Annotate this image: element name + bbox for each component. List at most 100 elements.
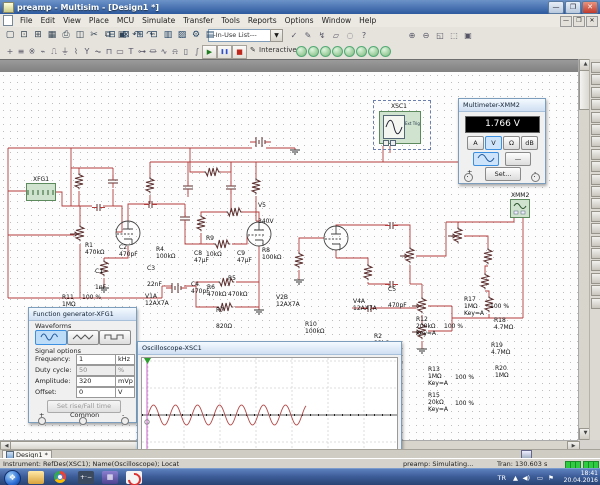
- component-r10[interactable]: R10100kΩ: [305, 321, 325, 335]
- in-use-list-arrow-icon[interactable]: ▼: [270, 29, 283, 42]
- mm-minus-terminal[interactable]: [531, 173, 540, 182]
- chrome-taskbar-icon[interactable]: [52, 471, 68, 484]
- menu-tools[interactable]: Tools: [217, 16, 243, 25]
- menu-window[interactable]: Window: [318, 16, 356, 25]
- instrument-icon[interactable]: [591, 149, 600, 160]
- stop-simulation-button[interactable]: ■: [232, 45, 247, 59]
- probe-current-icon[interactable]: [308, 46, 319, 57]
- instrument-icon[interactable]: [591, 87, 600, 98]
- xfg1-symbol[interactable]: [26, 183, 56, 201]
- mm-plus-terminal[interactable]: [464, 173, 473, 182]
- fg-minus-terminal[interactable]: [121, 417, 129, 425]
- multisim-taskbar-icon[interactable]: ▦: [102, 471, 118, 484]
- menu-place[interactable]: Place: [85, 16, 113, 25]
- probe-digital-icon[interactable]: [356, 46, 367, 57]
- menu-reports[interactable]: Reports: [244, 16, 281, 25]
- help-hint-icon[interactable]: ?: [356, 28, 372, 43]
- sine-wave-button[interactable]: [35, 330, 67, 345]
- tray-expand-icon[interactable]: ▲: [513, 474, 518, 485]
- component-r13[interactable]: R131MΩKey=A: [428, 366, 448, 387]
- component-c9[interactable]: C947µF: [237, 250, 252, 264]
- function-generator-window[interactable]: Function generator-XFG1 Waveforms Signal…: [28, 307, 137, 423]
- volume-icon[interactable]: ◀): [522, 474, 530, 485]
- component-tool-taskbar-icon[interactable]: +·−: [78, 471, 94, 484]
- component-r7[interactable]: R7820Ω: [216, 307, 232, 330]
- mm-mode-db-button[interactable]: dB: [521, 136, 538, 150]
- component-v5[interactable]: V5340V: [258, 202, 274, 225]
- instrument-icon[interactable]: [591, 99, 600, 110]
- instrument-icon[interactable]: [591, 112, 600, 123]
- menu-view[interactable]: View: [59, 16, 85, 25]
- instrument-icon[interactable]: [591, 260, 600, 271]
- mm-mode-a-button[interactable]: A: [467, 136, 484, 150]
- xmm2-symbol[interactable]: [510, 199, 530, 218]
- component-c1[interactable]: C11nF: [95, 268, 106, 291]
- component-r17[interactable]: R171MΩKey=A: [464, 296, 484, 317]
- triangle-wave-button[interactable]: [67, 330, 99, 345]
- instrument-icon[interactable]: [591, 248, 600, 259]
- menu-file[interactable]: File: [16, 16, 37, 25]
- component-c2[interactable]: C2470pF: [119, 244, 138, 258]
- component-c5[interactable]: C5470pF: [388, 286, 407, 309]
- instrument-icon[interactable]: [591, 211, 600, 222]
- probe-power-icon[interactable]: [320, 46, 331, 57]
- instrument-icon[interactable]: [591, 198, 600, 209]
- mm-dc-mode-button[interactable]: —: [505, 152, 531, 166]
- component-r19[interactable]: R194.7MΩ: [491, 342, 510, 356]
- component-v2b[interactable]: V2B12AX7A: [276, 294, 300, 308]
- close-button[interactable]: ✕: [582, 1, 598, 14]
- fg-plus-terminal[interactable]: [38, 417, 46, 425]
- mdi-restore-button[interactable]: ❐: [573, 16, 585, 27]
- component-c3[interactable]: C322nF: [147, 265, 162, 288]
- menu-transfer[interactable]: Transfer: [179, 16, 217, 25]
- language-indicator[interactable]: TR: [498, 474, 507, 485]
- xsc1-symbol[interactable]: Ext Trig: [379, 111, 421, 144]
- fg-input-offset[interactable]: 0: [76, 387, 116, 398]
- multimeter-window[interactable]: Multimeter-XMM2 1.766 V AVΩdB — + Set...…: [458, 98, 546, 184]
- fg-input-amplitude[interactable]: 320: [76, 376, 116, 387]
- component-r6[interactable]: R6470kΩ: [207, 284, 227, 298]
- menu-options[interactable]: Options: [281, 16, 318, 25]
- instrument-icon[interactable]: [591, 161, 600, 172]
- mm-mode-ω-button[interactable]: Ω: [503, 136, 520, 150]
- explorer-taskbar-icon[interactable]: [28, 471, 44, 484]
- instrument-icon[interactable]: [591, 186, 600, 197]
- fg-input-frequency[interactable]: 1: [76, 354, 116, 365]
- instrument-icon[interactable]: [591, 298, 600, 309]
- fg-input-dutycycle[interactable]: 50: [76, 365, 116, 376]
- start-button[interactable]: ❖: [4, 470, 21, 485]
- component-r18[interactable]: R184.7MΩ: [494, 317, 513, 331]
- menu-simulate[interactable]: Simulate: [138, 16, 179, 25]
- menu-help[interactable]: Help: [355, 16, 380, 25]
- component-r4[interactable]: R4100kΩ: [156, 246, 176, 260]
- instrument-icon[interactable]: [591, 124, 600, 135]
- mdi-close-button[interactable]: ✕: [586, 16, 598, 27]
- fullscreen-icon[interactable]: ▣: [460, 28, 476, 43]
- clock[interactable]: 18:41 20.04.2016: [554, 470, 598, 484]
- instrument-icon[interactable]: [591, 136, 600, 147]
- instrument-icon[interactable]: [591, 273, 600, 284]
- network-icon[interactable]: ▭: [537, 474, 543, 485]
- instrument-icon[interactable]: [591, 223, 600, 234]
- square-wave-button[interactable]: [99, 330, 131, 345]
- mm-mode-v-button[interactable]: V: [485, 136, 502, 150]
- mm-set-button[interactable]: Set...: [485, 167, 521, 181]
- mm-ac-mode-button[interactable]: [473, 152, 499, 166]
- interactive-label[interactable]: Interactive: [259, 46, 297, 54]
- component-r12[interactable]: R12200kΩKey=A: [416, 316, 436, 337]
- fg-common-terminal[interactable]: [79, 417, 87, 425]
- instrument-icon[interactable]: [591, 236, 600, 247]
- component-r20[interactable]: R201MΩ: [495, 365, 509, 379]
- instrument-icon[interactable]: [591, 174, 600, 185]
- integral-icon[interactable]: ∫: [189, 44, 205, 59]
- component-v1a[interactable]: V1A12AX7A: [145, 293, 169, 307]
- probe-delete-icon[interactable]: [380, 46, 391, 57]
- restore-button[interactable]: ❐: [565, 1, 581, 14]
- probe-ref-icon[interactable]: [344, 46, 355, 57]
- component-v4a[interactable]: V4A12AX7A: [353, 298, 377, 312]
- component-r9[interactable]: R910kΩ: [206, 235, 222, 258]
- instrument-icon[interactable]: [591, 62, 600, 73]
- component-r15[interactable]: R1520kΩKey=A: [428, 392, 448, 413]
- instrument-icon[interactable]: [591, 285, 600, 296]
- component-r5[interactable]: R5470kΩ: [228, 275, 248, 298]
